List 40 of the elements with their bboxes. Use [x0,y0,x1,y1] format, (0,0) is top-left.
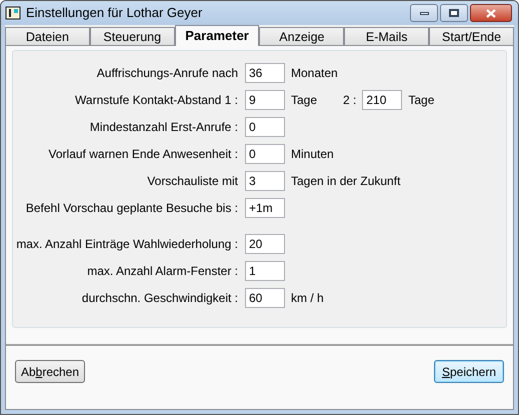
window-title: Einstellungen für Lothar Geyer [26,4,204,22]
unit-label: Tagen in der Zukunft [291,173,400,190]
tab[interactable]: Start/Ende [429,27,514,46]
minimize-button[interactable] [410,4,438,22]
unit-label: Monaten [291,65,338,82]
input-field[interactable]: 0 [245,144,285,164]
input-field[interactable]: 0 [245,117,285,137]
input-field[interactable]: 36 [245,63,285,83]
field-label: Befehl Vorschau geplante Besuche bis : [24,200,239,217]
tab[interactable]: Parameter [174,25,260,46]
maximize-button[interactable] [440,4,468,22]
input-field[interactable]: 9 [245,90,285,110]
tab[interactable]: E-Mails [344,27,430,46]
input-field[interactable]: 60 [245,288,285,308]
field-label: durchschn. Geschwindigkeit : [80,290,239,307]
field-label: Auffrischungs-Anrufe nach [96,65,239,82]
input-field[interactable]: 3 [245,171,285,191]
save-button[interactable]: Speichern [434,360,504,383]
unit-label: km / h [291,290,324,307]
field-label: Vorschauliste mit [146,173,239,190]
tab[interactable]: Steuerung [90,27,175,46]
input-field[interactable]: 210 [362,90,402,110]
unit-label: Minuten [291,146,334,163]
field-label: Mindestanzahl Erst-Anrufe : [88,119,239,136]
field-label: 2 : [343,92,356,109]
unit-label: Tage [291,92,318,109]
unit-label: Tage [408,92,434,109]
cancel-button[interactable]: Abbrechen [15,360,85,383]
input-field[interactable]: 20 [245,234,285,254]
input-field[interactable]: +1m [245,198,285,218]
field-label: Vorlauf warnen Ende Anwesenheit : [48,146,239,163]
field-label: max. Anzahl Einträge Wahlwiederholung : [15,236,239,253]
field-label: Warnstufe Kontakt-Abstand 1 : [74,92,239,109]
close-button[interactable] [470,4,512,22]
app-icon [5,6,21,20]
tab[interactable]: Anzeige [259,27,344,46]
tab[interactable]: Dateien [5,27,90,46]
input-field[interactable]: 1 [245,261,285,281]
close-icon [486,8,496,18]
field-label: max. Anzahl Alarm-Fenster : [86,263,239,280]
